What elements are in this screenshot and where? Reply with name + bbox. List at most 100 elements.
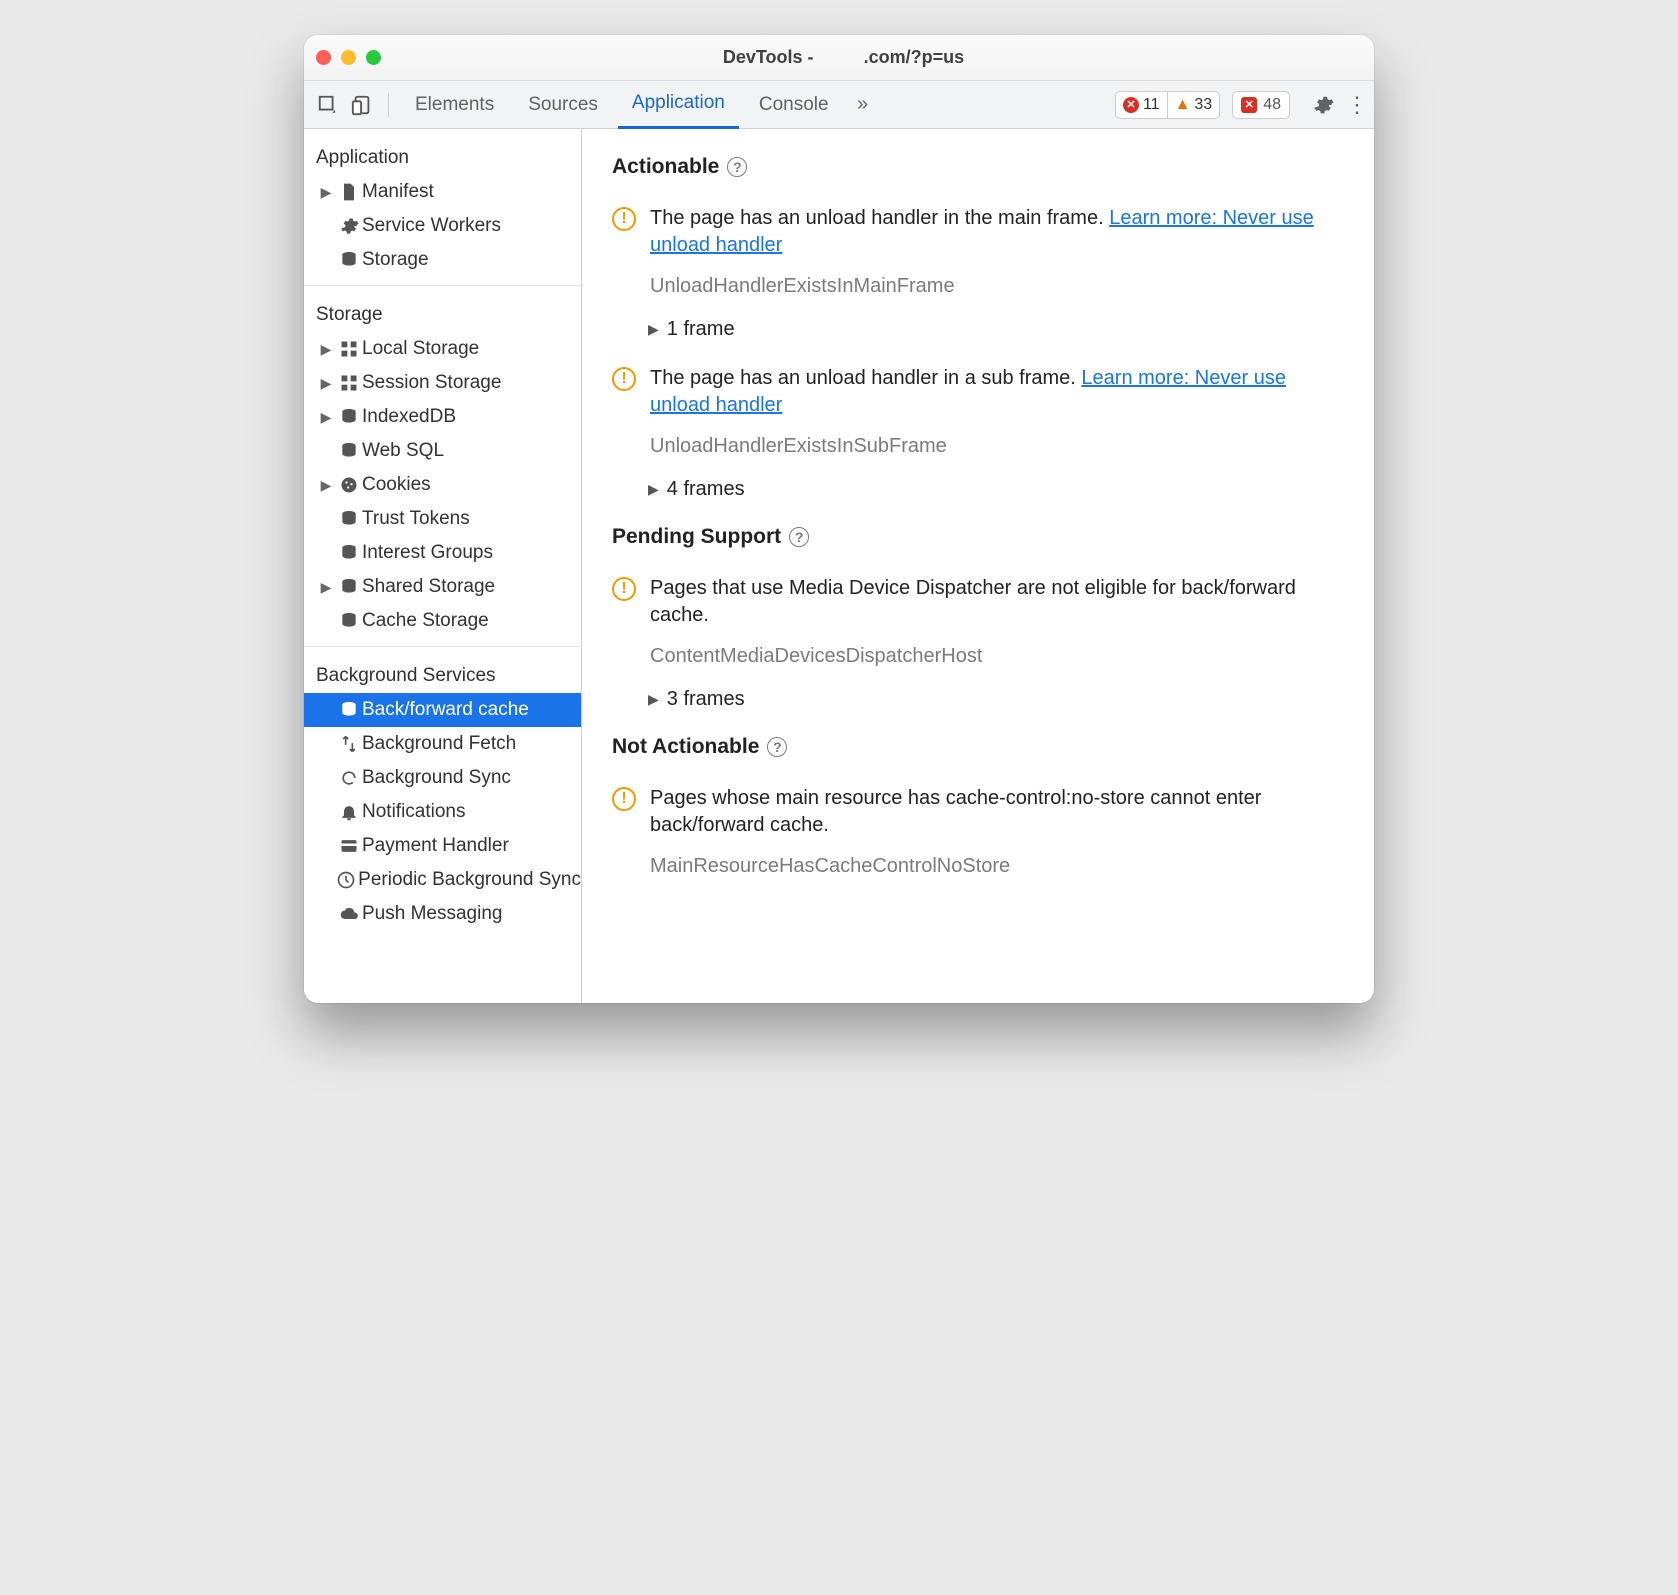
section-title-label: Actionable xyxy=(612,155,719,179)
window-controls xyxy=(316,50,381,65)
sidebar-item-label: Push Messaging xyxy=(362,903,502,925)
cloud-icon xyxy=(336,904,362,924)
sidebar-item-label: Trust Tokens xyxy=(362,508,470,530)
devtools-window: DevTools - .com/?p=us Elements Sources A… xyxy=(304,35,1374,1003)
tab-console[interactable]: Console xyxy=(745,81,843,129)
grid-icon xyxy=(336,373,362,393)
sidebar-item-label: Web SQL xyxy=(362,440,444,462)
sidebar-item-trust-tokens[interactable]: Trust Tokens xyxy=(304,502,581,536)
sidebar-item-background-sync[interactable]: Background Sync xyxy=(304,761,581,795)
minimize-window-button[interactable] xyxy=(341,50,356,65)
warnings-count: 33 xyxy=(1194,96,1212,114)
sidebar-item-websql[interactable]: Web SQL xyxy=(304,434,581,468)
help-icon[interactable]: ? xyxy=(789,527,809,547)
sidebar-item-label: Periodic Background Sync xyxy=(358,869,581,891)
issue-code: MainResourceHasCacheControlNoStore xyxy=(650,853,1344,880)
sidebar-item-interest-groups[interactable]: Interest Groups xyxy=(304,536,581,570)
sidebar-item-label: Background Sync xyxy=(362,767,511,789)
chevron-right-icon: ▶ xyxy=(648,321,659,338)
sidebar-item-background-fetch[interactable]: Background Fetch xyxy=(304,727,581,761)
sidebar-item-payment-handler[interactable]: Payment Handler xyxy=(304,829,581,863)
transfer-icon xyxy=(336,734,362,754)
sidebar-item-cache-storage[interactable]: Cache Storage xyxy=(304,604,581,638)
frames-count: 1 frame xyxy=(667,318,735,341)
sidebar-item-label: Shared Storage xyxy=(362,576,495,598)
sidebar-item-label: Background Fetch xyxy=(362,733,516,755)
inspect-element-icon[interactable] xyxy=(314,91,342,119)
bell-icon xyxy=(336,802,362,822)
application-sidebar: Application ▶ Manifest Service Workers S… xyxy=(304,129,582,1003)
sidebar-item-label: Service Workers xyxy=(362,215,501,237)
device-toolbar-icon[interactable] xyxy=(348,91,376,119)
warning-icon: ! xyxy=(612,367,636,391)
sidebar-item-session-storage[interactable]: ▶Session Storage xyxy=(304,366,581,400)
more-menu-icon[interactable]: ⋮ xyxy=(1350,92,1364,118)
sidebar-item-label: Manifest xyxy=(362,181,434,203)
sidebar-item-bfcache[interactable]: Back/forward cache xyxy=(304,693,581,727)
sidebar-item-cookies[interactable]: ▶Cookies xyxy=(304,468,581,502)
error-icon: ✕ xyxy=(1123,97,1139,113)
sidebar-item-local-storage[interactable]: ▶Local Storage xyxy=(304,332,581,366)
sidebar-item-label: IndexedDB xyxy=(362,406,456,428)
sidebar-item-push-messaging[interactable]: Push Messaging xyxy=(304,897,581,931)
frames-count: 3 frames xyxy=(667,688,745,711)
frames-expander[interactable]: ▶3 frames xyxy=(648,688,1344,711)
sidebar-item-service-workers[interactable]: Service Workers xyxy=(304,209,581,243)
sidebar-item-indexeddb[interactable]: ▶IndexedDB xyxy=(304,400,581,434)
gear-icon xyxy=(336,216,362,236)
more-tabs-icon[interactable]: » xyxy=(849,91,877,119)
frames-expander[interactable]: ▶4 frames xyxy=(648,478,1344,501)
settings-icon[interactable] xyxy=(1310,92,1336,118)
issue-code: UnloadHandlerExistsInSubFrame xyxy=(650,433,1344,460)
devtools-toolbar: Elements Sources Application Console » ✕… xyxy=(304,81,1374,129)
errors-count: 11 xyxy=(1143,96,1160,114)
zoom-window-button[interactable] xyxy=(366,50,381,65)
tab-sources[interactable]: Sources xyxy=(514,81,612,129)
database-icon xyxy=(336,509,362,529)
database-icon xyxy=(336,250,362,270)
title-url: .com/?p=us xyxy=(864,47,965,67)
frames-expander[interactable]: ▶ 1 frame xyxy=(648,318,1344,341)
sidebar-item-label: Session Storage xyxy=(362,372,501,394)
help-icon[interactable]: ? xyxy=(767,737,787,757)
sidebar-item-manifest[interactable]: ▶ Manifest xyxy=(304,175,581,209)
sidebar-item-shared-storage[interactable]: ▶Shared Storage xyxy=(304,570,581,604)
issue-text: Pages whose main resource has cache-cont… xyxy=(650,787,1261,836)
bfcache-panel: Actionable ? ! The page has an unload ha… xyxy=(582,129,1374,1003)
close-window-button[interactable] xyxy=(316,50,331,65)
issue-code: UnloadHandlerExistsInMainFrame xyxy=(650,273,1344,300)
sidebar-item-label: Cookies xyxy=(362,474,431,496)
section-title-label: Not Actionable xyxy=(612,735,759,759)
sidebar-item-label: Cache Storage xyxy=(362,610,489,632)
section-pending-support: Pending Support ? xyxy=(612,525,1344,549)
divider xyxy=(388,93,389,117)
titlebar: DevTools - .com/?p=us xyxy=(304,35,1374,81)
sidebar-section-application: Application xyxy=(304,137,581,175)
help-icon[interactable]: ? xyxy=(727,157,747,177)
issue-code: ContentMediaDevicesDispatcherHost xyxy=(650,643,1344,670)
chevron-right-icon: ▶ xyxy=(648,481,659,498)
database-icon xyxy=(336,441,362,461)
console-status-badge[interactable]: ✕11 ▲33 xyxy=(1115,91,1220,119)
tab-application[interactable]: Application xyxy=(618,81,739,129)
issues-count: 48 xyxy=(1263,96,1281,114)
sidebar-item-label: Storage xyxy=(362,249,429,271)
clock-icon xyxy=(334,870,358,890)
sidebar-section-background-services: Background Services xyxy=(304,655,581,693)
section-not-actionable: Not Actionable ? xyxy=(612,735,1344,759)
issue-row: ! The page has an unload handler in a su… xyxy=(612,365,1344,460)
window-title: DevTools - .com/?p=us xyxy=(395,47,1362,68)
sidebar-item-periodic-background-sync[interactable]: Periodic Background Sync xyxy=(304,863,581,897)
warning-icon: ! xyxy=(612,787,636,811)
sidebar-item-storage[interactable]: Storage xyxy=(304,243,581,277)
issues-badge[interactable]: ✕ 48 xyxy=(1232,91,1290,119)
tab-elements[interactable]: Elements xyxy=(401,81,508,129)
issue-text: The page has an unload handler in the ma… xyxy=(650,207,1104,229)
sidebar-item-label: Notifications xyxy=(362,801,466,823)
sidebar-item-notifications[interactable]: Notifications xyxy=(304,795,581,829)
database-icon xyxy=(336,407,362,427)
issue-text: Pages that use Media Device Dispatcher a… xyxy=(650,577,1296,626)
issue-text: The page has an unload handler in a sub … xyxy=(650,367,1076,389)
issue-row: ! Pages whose main resource has cache-co… xyxy=(612,785,1344,880)
warning-icon: ! xyxy=(612,207,636,231)
